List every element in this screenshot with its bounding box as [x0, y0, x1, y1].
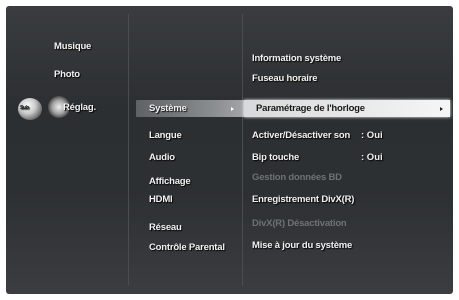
- chevron-right-icon: [231, 107, 234, 111]
- option-clock-setting[interactable]: Paramétrage de l'horloge: [256, 103, 365, 114]
- menu-settings[interactable]: Réglag.: [63, 102, 96, 113]
- category-audio[interactable]: Audio: [149, 152, 175, 163]
- option-divx-deactivate: DivX(R) Désactivation: [252, 218, 347, 229]
- option-divx-register[interactable]: Enregistrement DivX(R): [252, 194, 354, 205]
- panel-divider-right: [242, 14, 243, 286]
- category-display[interactable]: Affichage: [149, 176, 191, 187]
- option-system-info[interactable]: Information système: [252, 53, 341, 64]
- chevron-right-icon: [440, 107, 443, 111]
- category-system[interactable]: Système: [149, 103, 187, 114]
- category-language[interactable]: Langue: [149, 130, 182, 141]
- option-bd-data: Gestion données BD: [252, 172, 342, 183]
- menu-music[interactable]: Musique: [54, 41, 91, 52]
- option-beep[interactable]: Bip touche: [252, 152, 299, 163]
- panel-divider-left: [128, 14, 129, 286]
- category-parental[interactable]: Contrôle Parental: [149, 242, 225, 253]
- beep-value: : Oui: [361, 152, 383, 163]
- option-sound-toggle[interactable]: Activer/Désactiver son: [252, 130, 350, 141]
- disc-label: Sub: [20, 105, 29, 111]
- category-hdmi[interactable]: HDMI: [149, 194, 173, 205]
- option-timezone[interactable]: Fuseau horaire: [252, 73, 318, 84]
- option-system-update[interactable]: Mise à jour du système: [252, 240, 352, 251]
- menu-photo[interactable]: Photo: [54, 69, 80, 80]
- sound-toggle-value: : Oui: [361, 130, 383, 141]
- setup-menu-screen: Musique Photo Sub Réglag. Système Langue…: [6, 6, 453, 294]
- category-network[interactable]: Réseau: [149, 222, 182, 233]
